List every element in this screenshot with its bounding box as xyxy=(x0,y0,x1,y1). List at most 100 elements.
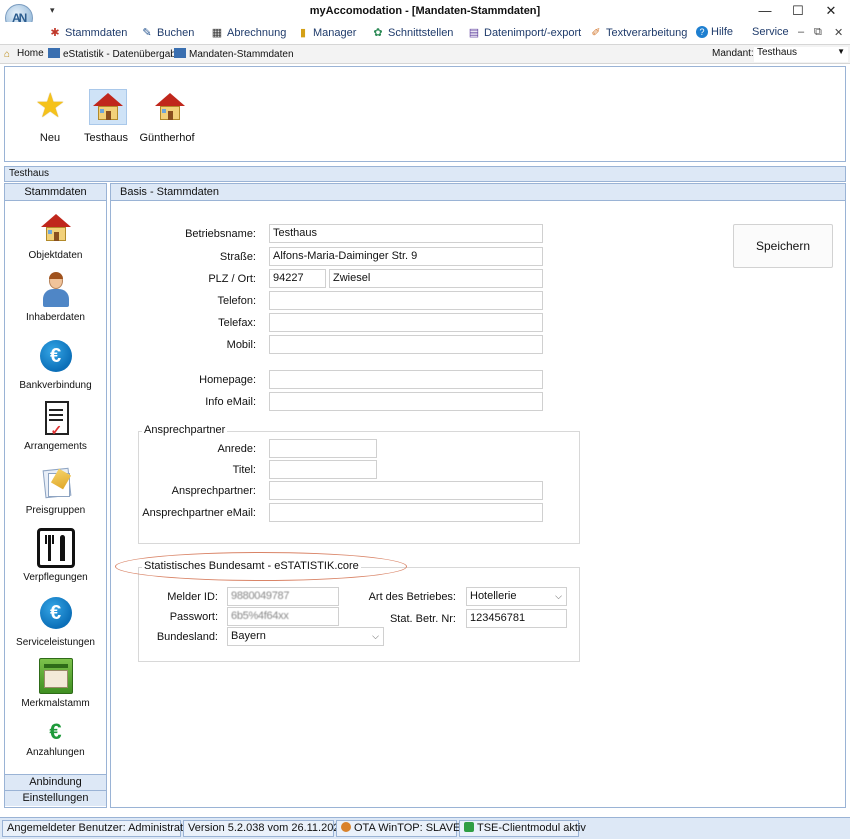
folder-box-icon xyxy=(38,658,74,694)
bundesland-label: Bundesland: xyxy=(156,631,218,643)
sidebar-item-preisgruppen[interactable]: Preisgruppen xyxy=(5,465,106,516)
menu-buchen[interactable]: ✎ Buchen xyxy=(140,26,194,39)
nav-home[interactable]: ⌂ Home xyxy=(4,48,44,60)
schnittstellen-icon: ✿ xyxy=(373,27,383,39)
homepage-label: Homepage: xyxy=(199,374,256,386)
telefon-label: Telefon: xyxy=(217,295,256,307)
status-tse: TSE-Clientmodul aktiv xyxy=(459,820,586,837)
mandant-select[interactable]: Testhaus ▼ xyxy=(754,47,848,62)
sidebar-item-bankverbindung[interactable]: € Bankverbindung xyxy=(5,338,106,391)
melder-id-label: Melder ID: xyxy=(167,591,218,603)
info-email-field[interactable] xyxy=(269,392,543,411)
stat-betr-nr-field[interactable]: 123456781 xyxy=(466,609,567,628)
plz-field[interactable]: 94227 xyxy=(269,269,326,288)
mdi-restore-icon[interactable]: ⧉ xyxy=(814,26,822,39)
ort-field[interactable]: Zwiesel xyxy=(329,269,543,288)
abrechnung-icon: ▦ xyxy=(211,27,223,39)
mobil-label: Mobil: xyxy=(226,339,256,351)
sidebar-item-anzahlungen[interactable]: € Anzahlungen xyxy=(5,719,106,759)
menu-manager[interactable]: ▮ Manager xyxy=(296,26,356,39)
art-des-betriebes-label: Art des Betriebes: xyxy=(368,591,456,603)
ansprechpartner-email-label: Ansprechpartner eMail: xyxy=(142,507,256,519)
menu-hilfe[interactable]: ? Hilfe xyxy=(696,26,733,38)
mdi-minimize-icon[interactable]: – xyxy=(798,26,804,38)
nav-estatistik[interactable]: eStatistik - Datenübergabe xyxy=(48,48,181,60)
sidebar-item-serviceleistungen[interactable]: € Serviceleistungen xyxy=(5,595,106,648)
anrede-label: Anrede: xyxy=(217,443,256,455)
menu-textverarbeitung[interactable]: ✐ Textverarbeitung xyxy=(589,26,687,39)
art-des-betriebes-select[interactable]: Hotellerie ⌵ xyxy=(466,587,567,606)
status-bar: Angemeldeter Benutzer: Administrator Ver… xyxy=(0,817,850,839)
titel-field[interactable] xyxy=(269,460,377,479)
betriebsname-label: Betriebsname: xyxy=(185,228,256,240)
sidebar-header[interactable]: Stammdaten xyxy=(5,184,106,201)
breadcrumb: ⌂ Home eStatistik - Datenübergabe Mandate… xyxy=(0,44,850,64)
ota-icon xyxy=(341,822,351,832)
status-user: Angemeldeter Benutzer: Administrator xyxy=(2,820,193,837)
ribbon-neu-button[interactable]: ★ Neu xyxy=(25,87,75,149)
menu-service[interactable]: Service xyxy=(752,26,789,38)
close-button[interactable]: ✕ xyxy=(814,0,848,22)
melder-id-field[interactable]: 9880049787 xyxy=(227,587,339,606)
tse-icon xyxy=(464,822,474,832)
menu-schnittstellen[interactable]: ✿ Schnittstellen xyxy=(371,26,453,39)
homepage-field[interactable] xyxy=(269,370,543,389)
ansprechpartner-group-title: Ansprechpartner xyxy=(142,424,228,436)
main-panel: Basis - Stammdaten Betriebsname: Testhau… xyxy=(110,183,846,808)
window-title: myAccomodation - [Mandaten-Stammdaten] xyxy=(309,5,541,17)
document-check-icon: ✓ xyxy=(38,401,74,438)
sidebar-item-verpflegungen[interactable]: Verpflegungen xyxy=(5,528,106,583)
euro-small-icon: € xyxy=(49,719,62,744)
menu-abrechnung[interactable]: ▦ Abrechnung xyxy=(210,26,287,39)
datenimport-icon: ▤ xyxy=(468,27,480,39)
ansprechpartner-email-field[interactable] xyxy=(269,503,543,522)
sidebar-item-inhaberdaten[interactable]: Inhaberdaten xyxy=(5,272,106,323)
sidebar-footer-einstellungen[interactable]: Einstellungen xyxy=(5,790,106,806)
strasse-field[interactable]: Alfons-Maria-Daiminger Str. 9 xyxy=(269,247,543,266)
sidebar-item-arrangements[interactable]: ✓ Arrangements xyxy=(5,401,106,452)
window-icon xyxy=(174,48,186,58)
maximize-button[interactable]: ☐ xyxy=(781,0,815,22)
house-icon xyxy=(40,214,71,242)
minimize-button[interactable]: — xyxy=(748,0,782,22)
cutlery-icon xyxy=(36,528,75,568)
telefon-field[interactable] xyxy=(269,291,543,310)
ribbon-guentherhof-button[interactable]: Güntherhof xyxy=(139,87,195,149)
strasse-label: Straße: xyxy=(219,251,256,263)
titel-label: Titel: xyxy=(232,464,256,476)
status-version: Version 5.2.038 vom 26.11.2021 xyxy=(183,820,346,837)
betriebsname-field[interactable]: Testhaus xyxy=(269,224,543,243)
sidebar-footer-anbindung[interactable]: Anbindung xyxy=(5,774,106,790)
plz-ort-label: PLZ / Ort: xyxy=(208,273,256,285)
ansprechpartner-field[interactable] xyxy=(269,481,543,500)
ribbon-testhaus-button[interactable]: Testhaus xyxy=(81,87,131,149)
save-button[interactable]: Speichern xyxy=(733,224,833,268)
estatistik-group-title: Statistisches Bundesamt - eSTATISTIK.cor… xyxy=(142,560,361,572)
title-bar: AN ▾ myAccomodation - [Mandaten-Stammdat… xyxy=(0,0,850,32)
anrede-field[interactable] xyxy=(269,439,377,458)
person-icon xyxy=(38,272,74,308)
euro-icon: € xyxy=(39,340,72,372)
nav-mandaten-stammdaten[interactable]: Mandaten-Stammdaten xyxy=(174,48,294,60)
price-groups-icon xyxy=(38,465,74,501)
chevron-down-icon: ▼ xyxy=(837,47,845,56)
menu-stammdaten[interactable]: ✱ Stammdaten xyxy=(48,26,127,39)
window-icon xyxy=(48,48,60,58)
telefax-field[interactable] xyxy=(269,313,543,332)
mandant-value: Testhaus xyxy=(757,47,798,58)
mandant-label: Mandant: xyxy=(712,48,754,59)
ansprechpartner-label: Ansprechpartner: xyxy=(171,485,256,497)
mdi-close-icon[interactable]: ✕ xyxy=(834,26,843,39)
sidebar: Stammdaten Objektdaten Inhaberdaten € Ba… xyxy=(4,183,107,808)
bundesland-select[interactable]: Bayern ⌵ xyxy=(227,627,384,646)
sidebar-item-objektdaten[interactable]: Objektdaten xyxy=(5,210,106,261)
sidebar-item-merkmalstamm[interactable]: Merkmalstamm xyxy=(5,658,106,709)
stat-betr-nr-label: Stat. Betr. Nr: xyxy=(389,613,456,625)
mobil-field[interactable] xyxy=(269,335,543,354)
stammdaten-icon: ✱ xyxy=(50,27,60,39)
passwort-field[interactable]: 6b5%4f64xx xyxy=(227,607,339,626)
menu-datenimport[interactable]: ▤ Datenimport/-export xyxy=(467,26,581,39)
manager-icon: ▮ xyxy=(299,27,307,39)
house-icon xyxy=(155,93,185,121)
chevron-down-icon: ⌵ xyxy=(555,591,562,601)
